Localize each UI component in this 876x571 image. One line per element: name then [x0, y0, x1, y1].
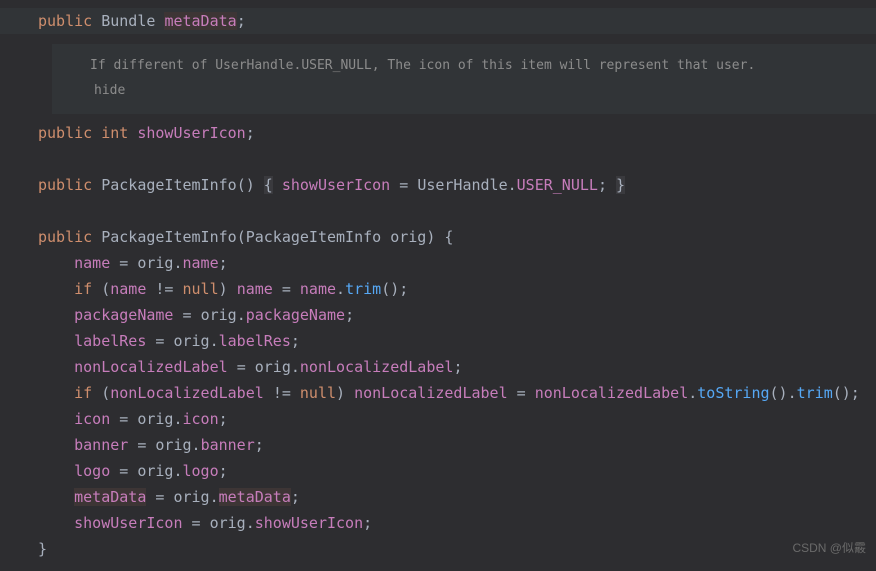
comment-text: If different of UserHandle.USER_NULL, Th… [52, 54, 876, 78]
param-type: PackageItemInfo [246, 228, 381, 246]
field: name [237, 280, 273, 298]
comment-block: If different of UserHandle.USER_NULL, Th… [52, 44, 876, 114]
method: toString [697, 384, 769, 402]
code-line: if (name != null) name = name.trim(); [38, 276, 876, 302]
method: trim [345, 280, 381, 298]
field: showUserIcon [137, 124, 245, 142]
field: metaData [74, 488, 146, 506]
field: name [74, 254, 110, 272]
keyword: null [300, 384, 336, 402]
watermark: CSDN @似霰 [792, 535, 866, 561]
keyword: null [183, 280, 219, 298]
method: trim [797, 384, 833, 402]
var: orig [255, 358, 291, 376]
field: nonLocalizedLabel [110, 384, 264, 402]
var: orig [173, 332, 209, 350]
field: labelRes [74, 332, 146, 350]
field: metaData [219, 488, 291, 506]
field: packageName [246, 306, 345, 324]
code-line: banner = orig.banner; [38, 432, 876, 458]
var: orig [155, 436, 191, 454]
ctor-name: PackageItemInfo [101, 228, 236, 246]
field: banner [74, 436, 128, 454]
code-line: packageName = orig.packageName; [38, 302, 876, 328]
code-editor: public Bundle metaData; If different of … [0, 0, 876, 562]
field: showUserIcon [282, 176, 390, 194]
field: showUserIcon [74, 514, 182, 532]
code-line: public PackageItemInfo(PackageItemInfo o… [38, 224, 876, 250]
code-line: logo = orig.logo; [38, 458, 876, 484]
keyword: public [38, 176, 92, 194]
code-line: labelRes = orig.labelRes; [38, 328, 876, 354]
var: orig [137, 410, 173, 428]
field: name [183, 254, 219, 272]
field: icon [183, 410, 219, 428]
constant: USER_NULL [517, 176, 598, 194]
code-line: public int showUserIcon; [38, 120, 876, 146]
code-line: if (nonLocalizedLabel != null) nonLocali… [38, 380, 876, 406]
code-line: public PackageItemInfo() { showUserIcon … [38, 172, 876, 198]
code-line: icon = orig.icon; [38, 406, 876, 432]
code-line [38, 146, 876, 172]
field: icon [74, 410, 110, 428]
keyword: if [74, 280, 92, 298]
field: banner [201, 436, 255, 454]
param-name: orig [390, 228, 426, 246]
var: orig [201, 306, 237, 324]
keyword: public [38, 228, 92, 246]
var: orig [173, 488, 209, 506]
type: int [101, 124, 128, 142]
class: UserHandle [417, 176, 507, 194]
field: logo [74, 462, 110, 480]
field: packageName [74, 306, 173, 324]
type: Bundle [101, 12, 155, 30]
field: showUserIcon [255, 514, 363, 532]
var: orig [137, 462, 173, 480]
var: orig [210, 514, 246, 532]
keyword: public [38, 12, 92, 30]
var: orig [137, 254, 173, 272]
field: nonLocalizedLabel [354, 384, 508, 402]
field: logo [183, 462, 219, 480]
field: metaData [164, 12, 236, 30]
field: nonLocalizedLabel [74, 358, 228, 376]
field: name [300, 280, 336, 298]
field: name [110, 280, 146, 298]
field: labelRes [219, 332, 291, 350]
field: nonLocalizedLabel [535, 384, 689, 402]
keyword: if [74, 384, 92, 402]
code-line: name = orig.name; [38, 250, 876, 276]
keyword: public [38, 124, 92, 142]
code-line [38, 198, 876, 224]
ctor-name: PackageItemInfo [101, 176, 236, 194]
code-line: public Bundle metaData; [0, 8, 876, 34]
hide-link[interactable]: hide [52, 78, 876, 104]
code-line: metaData = orig.metaData; [38, 484, 876, 510]
code-line: } [38, 536, 876, 562]
code-line: nonLocalizedLabel = orig.nonLocalizedLab… [38, 354, 876, 380]
code-line: showUserIcon = orig.showUserIcon; [38, 510, 876, 536]
field: nonLocalizedLabel [300, 358, 454, 376]
